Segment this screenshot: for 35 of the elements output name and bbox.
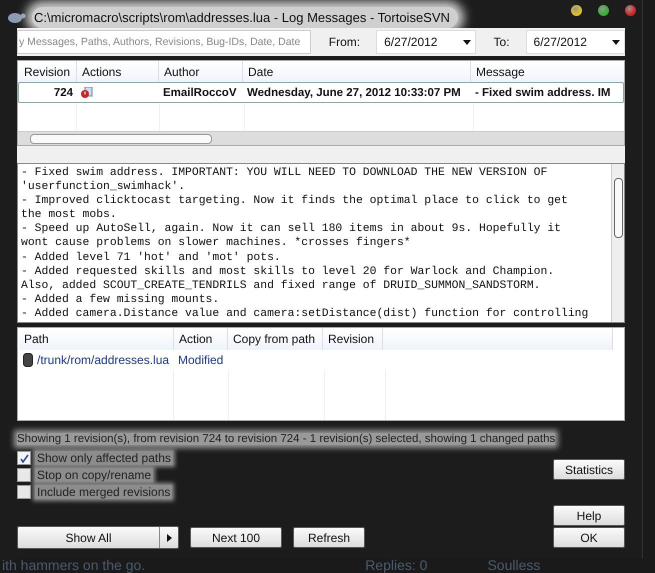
help-button[interactable]: Help [553, 505, 625, 526]
column-header[interactable]: Revision [323, 328, 383, 350]
to-date-picker[interactable]: 6/27/2012 [526, 30, 625, 54]
refresh-button[interactable]: Refresh [293, 527, 365, 548]
column-header[interactable]: Path [19, 328, 174, 350]
statistics-button[interactable]: Statistics [553, 459, 625, 480]
log-row[interactable]: 724 EmailRoccoV Wednesday, June 27, 2012 10:33:07 PM - Fixed swim address. IM [18, 82, 624, 103]
column-header[interactable]: Date [243, 61, 471, 82]
checkbox-label: Include merged revisions [35, 485, 172, 499]
column-header[interactable]: Actions [77, 61, 159, 82]
message-cell-text: - Fixed swim address. IM [474, 86, 612, 98]
column-header[interactable]: Copy from path [228, 328, 323, 350]
column-header[interactable]: Author [159, 61, 243, 82]
column-header[interactable]: Action [174, 328, 228, 350]
date-cell-text: Wednesday, June 27, 2012 10:33:07 PM [246, 86, 462, 98]
window-title: C:\micromacro\scripts\rom\addresses.lua - Log Messages - TortoiseSVN [32, 7, 458, 28]
column-header[interactable]: Revision [19, 61, 77, 82]
log-message-text: - Fixed swim address. IMPORTANT: YOU WILL NEED TO DOWNLOAD THE NEW VERSION OF 'userfunction_swimhack'. - Improved clicktocast targeting. Now it finds the optimal place to click to get the most mobs. - Speed up AutoSell, again. Now it can sell 180 items in about 9s. Hopefully it wont cause problems on slower machines. *crosses fingers* - Added level 71 'hot' and 'mot' pots. - Added requested skills and most skills to level 20 for Warlock and Champion. Also, added SCOUT_CREATE_TENDRILS and fixed range of DRUID_SUMMON_SANDSTORM. - Added a few missing mounts. - Added camera.Distance value and camera:setDistance(dist) function for controlling [20, 166, 590, 322]
search-field[interactable]: y Messages, Paths, Authors, Revisions, Bug-IDs, Date, Date [17, 30, 311, 54]
author-cell-text: EmailRoccoV [162, 86, 238, 98]
replies-text: Replies: 0 [365, 558, 428, 573]
username-text: Soulless [487, 558, 540, 573]
checkbox-label: Show only affected paths [35, 451, 173, 465]
ok-button[interactable]: OK [553, 527, 625, 548]
show-all-button[interactable]: Show All [17, 526, 179, 549]
revision-cell-text: 724 [52, 86, 74, 98]
from-label: From: [328, 35, 360, 49]
to-label: To: [494, 35, 510, 49]
action-cell-text: Modified [177, 352, 224, 366]
checkbox-label: Stop on copy/rename [35, 468, 154, 482]
background-text: ith hammers on the go. [2, 558, 146, 573]
path-cell[interactable]: /trunk/rom/addresses.lua [19, 352, 174, 366]
from-date-picker[interactable]: 6/27/2012 [376, 30, 476, 54]
status-text: Showing 1 revision(s), from revision 724 to revision 724 - 1 revision(s) selected, showing 1 changed paths [17, 433, 556, 445]
next-button[interactable]: Next 100 [190, 527, 282, 548]
